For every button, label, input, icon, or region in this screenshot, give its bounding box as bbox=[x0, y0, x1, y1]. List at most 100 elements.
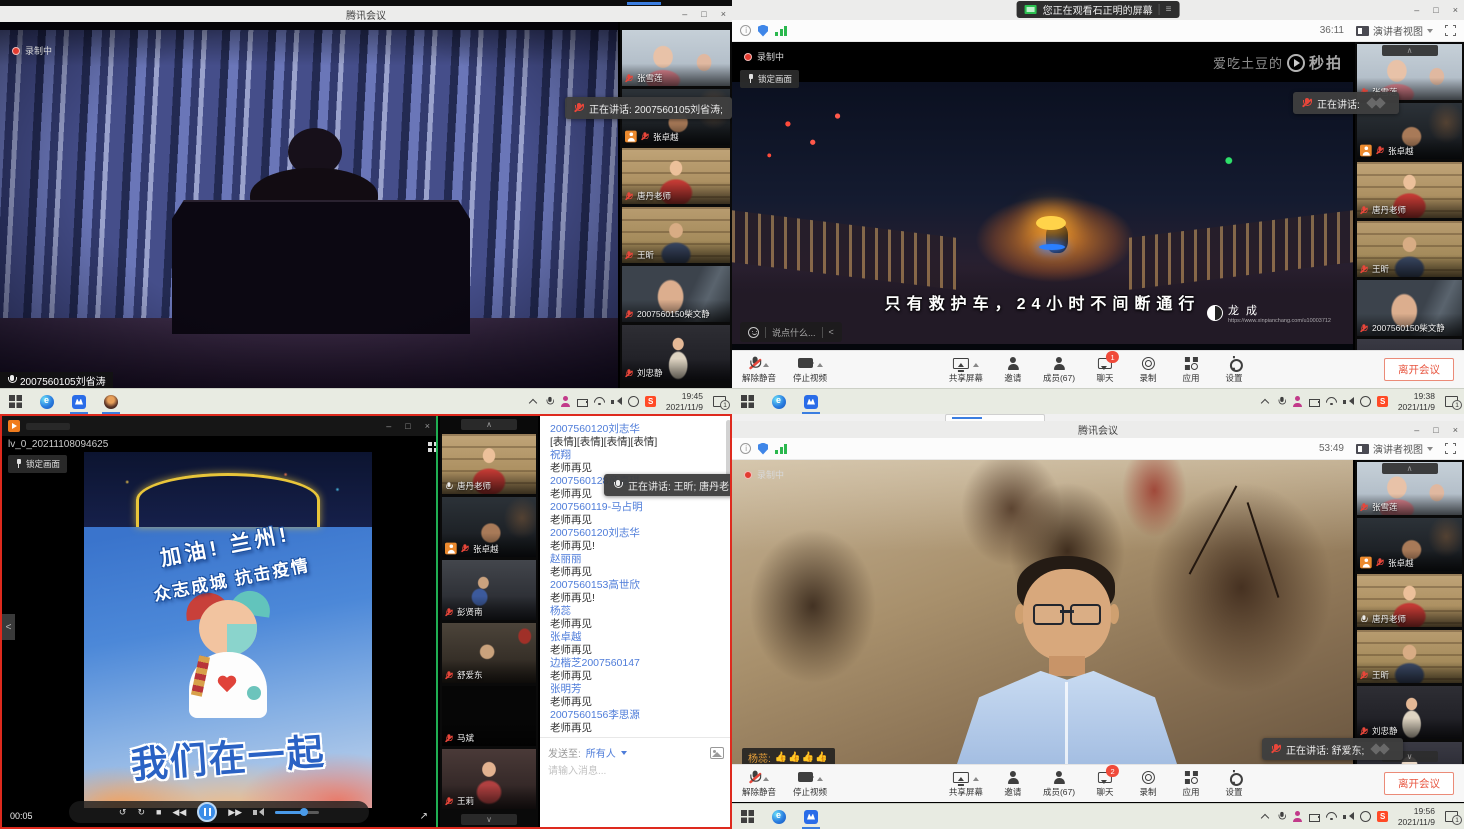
close-icon[interactable]: × bbox=[721, 9, 726, 19]
ime-icon[interactable] bbox=[628, 396, 639, 407]
window-titlebar[interactable]: 您正在观看石正明的屏幕 ≡ – □ × bbox=[732, 0, 1464, 20]
lock-view-button[interactable]: 锁定画面 bbox=[740, 70, 799, 88]
panel-collapse-handle[interactable]: < bbox=[2, 614, 15, 640]
participant-tile[interactable]: 张卓越 bbox=[442, 497, 536, 557]
unmute-button[interactable]: 解除静音 bbox=[742, 769, 776, 798]
chat-messages[interactable]: 2007560120刘志华[表情][表情][表情][表情] 祝翔老师再见 200… bbox=[540, 414, 732, 737]
participant-tile[interactable]: 彭贤南 bbox=[442, 560, 536, 620]
banner-menu-icon[interactable]: ≡ bbox=[1159, 4, 1172, 15]
say-something-placeholder[interactable]: 说点什么... bbox=[772, 326, 816, 339]
caret-up-icon[interactable] bbox=[973, 774, 979, 781]
watching-banner[interactable]: 您正在观看石正明的屏幕 ≡ bbox=[1017, 1, 1180, 18]
tray-person-icon[interactable] bbox=[1292, 811, 1303, 822]
shield-icon[interactable] bbox=[758, 443, 768, 455]
participant-tile[interactable]: 刘忠静 bbox=[622, 325, 730, 381]
record-button[interactable]: 录制 bbox=[1135, 769, 1161, 798]
leave-meeting-button[interactable]: 离开会议 bbox=[1384, 772, 1454, 795]
taskbar-avatar-app[interactable] bbox=[101, 389, 121, 414]
lock-view-button[interactable]: 锁定画面 bbox=[8, 455, 67, 473]
tray-expand-icon[interactable] bbox=[1260, 396, 1271, 407]
battery-icon[interactable] bbox=[1309, 396, 1320, 407]
clock[interactable]: 19:562021/11/9 bbox=[1398, 806, 1435, 827]
sogou-icon[interactable] bbox=[1377, 396, 1388, 407]
fullscreen-icon[interactable] bbox=[1445, 25, 1456, 36]
quick-chat-pill[interactable]: 说点什么... < bbox=[740, 322, 842, 342]
participant-tile[interactable]: 王莉 bbox=[442, 749, 536, 809]
send-to-select[interactable]: 所有人 bbox=[586, 745, 616, 760]
tray-expand-icon[interactable] bbox=[1260, 811, 1271, 822]
taskbar-edge[interactable] bbox=[769, 389, 789, 414]
members-button[interactable]: 成员(67) bbox=[1043, 769, 1075, 798]
speaker-icon[interactable] bbox=[1343, 396, 1354, 407]
player-titlebar[interactable]: – □ × bbox=[2, 416, 436, 436]
tray-person-icon[interactable] bbox=[1292, 396, 1303, 407]
notification-icon[interactable]: 1 bbox=[713, 396, 726, 407]
sogou-icon[interactable] bbox=[1377, 811, 1388, 822]
members-button[interactable]: 成员(67) bbox=[1043, 355, 1075, 384]
tray-person-icon[interactable] bbox=[560, 396, 571, 407]
chat-input[interactable] bbox=[540, 760, 710, 777]
chat-button[interactable]: 1聊天 bbox=[1092, 355, 1118, 384]
sogou-icon[interactable] bbox=[645, 396, 656, 407]
pause-button[interactable] bbox=[197, 802, 217, 822]
tray-expand-icon[interactable] bbox=[528, 396, 539, 407]
rail-scroll-down[interactable]: ∨ bbox=[461, 814, 517, 825]
maximize-icon[interactable]: □ bbox=[405, 421, 410, 431]
wifi-icon[interactable] bbox=[1326, 396, 1337, 407]
notification-icon[interactable]: 1 bbox=[1445, 396, 1458, 407]
caret-up-icon[interactable] bbox=[763, 774, 769, 781]
maximize-icon[interactable]: □ bbox=[1433, 425, 1438, 435]
maximize-icon[interactable]: □ bbox=[1433, 5, 1438, 15]
rail-scroll-up[interactable]: ∧ bbox=[1382, 45, 1438, 56]
share-screen-button[interactable]: 共享屏幕 bbox=[949, 355, 983, 384]
leave-meeting-button[interactable]: 离开会议 bbox=[1384, 358, 1454, 381]
rewind-icon[interactable]: ◀◀ bbox=[172, 807, 186, 818]
close-icon[interactable]: × bbox=[425, 421, 430, 431]
share-screen-button[interactable]: 共享屏幕 bbox=[949, 769, 983, 798]
taskbar-meeting[interactable] bbox=[69, 389, 89, 414]
forward-icon[interactable]: ▶▶ bbox=[228, 807, 242, 818]
participant-tile[interactable]: 王昕 bbox=[1357, 221, 1462, 277]
view-mode-button[interactable]: 演讲者视图 bbox=[1356, 441, 1433, 456]
battery-icon[interactable] bbox=[1309, 811, 1320, 822]
participant-tile[interactable]: 2007560150柴文静 bbox=[1357, 280, 1462, 336]
taskbar-meeting[interactable] bbox=[801, 804, 821, 829]
speaker-icon[interactable] bbox=[1343, 811, 1354, 822]
stop-video-button[interactable]: 停止视频 bbox=[793, 355, 827, 384]
shield-icon[interactable] bbox=[758, 25, 768, 37]
minimize-icon[interactable]: – bbox=[1414, 5, 1419, 15]
participant-tile[interactable]: 王昕 bbox=[1357, 630, 1462, 683]
participant-tile[interactable]: 刘忠静 bbox=[1357, 686, 1462, 739]
start-button[interactable] bbox=[738, 389, 757, 414]
participant-tile[interactable]: 唐丹老师 bbox=[1357, 162, 1462, 218]
participant-tile[interactable]: 2007560150柴文静 bbox=[622, 266, 730, 322]
invite-button[interactable]: 邀请 bbox=[1000, 769, 1026, 798]
window-titlebar[interactable]: 腾讯会议 – □ × bbox=[0, 6, 732, 22]
taskbar-meeting[interactable] bbox=[801, 389, 821, 414]
maximize-icon[interactable]: □ bbox=[701, 9, 706, 19]
taskbar-edge[interactable] bbox=[37, 389, 57, 414]
info-icon[interactable] bbox=[740, 25, 751, 36]
ime-icon[interactable] bbox=[1360, 811, 1371, 822]
collapse-icon[interactable]: < bbox=[829, 327, 834, 337]
ime-icon[interactable] bbox=[1360, 396, 1371, 407]
battery-icon[interactable] bbox=[577, 396, 588, 407]
participant-tile-partial[interactable] bbox=[1357, 339, 1462, 350]
minimize-icon[interactable]: – bbox=[386, 421, 391, 431]
participant-tile[interactable]: 唐丹老师 bbox=[1357, 574, 1462, 627]
start-button[interactable] bbox=[6, 389, 25, 414]
stop-icon[interactable]: ■ bbox=[156, 807, 161, 817]
popout-icon[interactable]: ↗ bbox=[420, 811, 428, 822]
start-button[interactable] bbox=[738, 804, 757, 829]
wifi-icon[interactable] bbox=[1326, 811, 1337, 822]
rail-scroll-up[interactable]: ∧ bbox=[1382, 463, 1438, 474]
minimize-icon[interactable]: – bbox=[682, 9, 687, 19]
fullscreen-icon[interactable] bbox=[1445, 443, 1456, 454]
view-mode-button[interactable]: 演讲者视图 bbox=[1356, 23, 1433, 38]
close-icon[interactable]: × bbox=[1453, 425, 1458, 435]
participant-tile[interactable]: 唐丹老师 bbox=[442, 434, 536, 494]
rail-scroll-up[interactable]: ∧ bbox=[461, 419, 517, 430]
speaker-icon[interactable] bbox=[611, 396, 622, 407]
caret-up-icon[interactable] bbox=[763, 360, 769, 367]
info-icon[interactable] bbox=[740, 443, 751, 454]
